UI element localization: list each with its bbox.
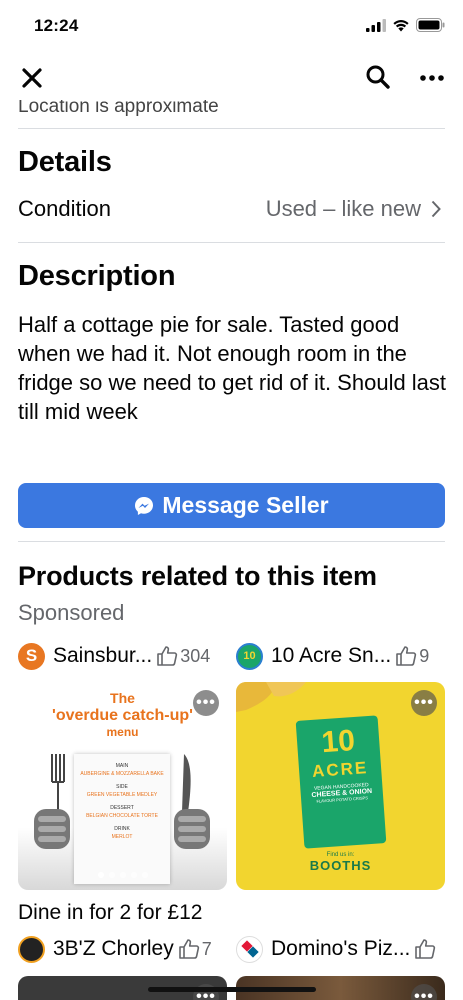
card-caption: Dine in for 2 for £12	[18, 901, 203, 924]
wifi-icon	[393, 19, 409, 31]
messenger-icon	[135, 496, 154, 515]
product-card-sainsburys[interactable]: The 'overdue catch-up' menu MAIN AUBERGI…	[18, 682, 227, 890]
message-seller-label: Message Seller	[162, 492, 329, 518]
carousel-dot	[142, 872, 148, 878]
location-note: Location is approximate	[18, 100, 219, 116]
thumbs-up-icon	[396, 646, 417, 666]
thumbs-up-icon	[178, 939, 199, 959]
carousel-dot	[98, 872, 104, 878]
divider	[18, 128, 445, 129]
thumbs-up-icon	[157, 646, 178, 666]
more-icon	[420, 75, 444, 81]
top-nav	[0, 56, 463, 100]
advertiser-3bz-chorley[interactable]: 3B'Z Chorley 7	[18, 933, 230, 965]
description-title: Description	[18, 260, 176, 292]
menu-card: MAIN AUBERGINE & MOZZARELLA BAKE SIDE GR…	[74, 754, 170, 884]
close-icon	[22, 68, 42, 88]
advertiser-name: Sainsbur...	[53, 644, 153, 667]
product-card-10-acre[interactable]: 10 ACRE VEGAN HANDCOOKED CHEESE & ONION …	[236, 682, 445, 890]
details-title: Details	[18, 146, 112, 178]
related-title: Products related to this item	[18, 561, 377, 591]
fork-hand-illustration	[34, 754, 70, 849]
home-indicator[interactable]	[148, 987, 316, 992]
divider	[18, 541, 445, 542]
status-icons	[366, 18, 445, 32]
sponsored-label: Sponsored	[18, 600, 125, 625]
card-options-button[interactable]: •••	[411, 690, 437, 716]
card-options-button[interactable]: •••	[411, 984, 437, 1000]
domino-tile-icon	[240, 940, 259, 958]
carousel-dot	[109, 872, 115, 878]
crisp-packet: 10 ACRE VEGAN HANDCOOKED CHEESE & ONION …	[295, 715, 387, 849]
thumbs-up-icon	[415, 939, 436, 959]
condition-label: Condition	[18, 196, 111, 221]
chevron-right-icon	[431, 200, 441, 218]
message-seller-button[interactable]: Message Seller	[18, 483, 445, 528]
card-options-button[interactable]: •••	[193, 690, 219, 716]
status-bar: 12:24	[0, 0, 463, 52]
divider	[18, 242, 445, 243]
sainsburys-logo: S	[18, 642, 45, 670]
condition-value: Used – like new	[265, 196, 421, 221]
like-count: 304	[156, 645, 210, 667]
close-button[interactable]	[20, 66, 44, 90]
advertiser-sainsburys[interactable]: S Sainsbur... 304	[18, 640, 228, 672]
advertiser-name: Domino's Piz...	[271, 937, 411, 960]
carousel-dot	[131, 872, 137, 878]
stockist-text: Find us in: BOOTHS	[309, 852, 372, 873]
carousel-dot	[120, 872, 126, 878]
more-options-button[interactable]	[419, 66, 445, 90]
like-count: 7	[178, 938, 212, 960]
battery-icon	[416, 18, 445, 32]
10-acre-logo: 10	[236, 642, 263, 670]
like-count: 9	[395, 645, 429, 667]
advertiser-name: 3B'Z Chorley	[53, 937, 174, 960]
description-text: Half a cottage pie for sale. Tasted good…	[18, 312, 447, 424]
like-count	[414, 938, 436, 960]
advertiser-name: 10 Acre Sn...	[271, 644, 392, 667]
advertiser-dominos[interactable]: Domino's Piz...	[236, 933, 448, 965]
dominos-logo	[236, 935, 263, 963]
condition-row[interactable]: Used – like new	[266, 196, 441, 222]
signal-icon	[366, 18, 386, 32]
status-time: 12:24	[34, 16, 79, 35]
advertiser-10-acre[interactable]: 10 10 Acre Sn... 9	[236, 640, 448, 672]
3bz-logo	[18, 935, 45, 963]
knife-hand-illustration	[174, 754, 210, 849]
carousel-dots	[98, 872, 148, 878]
search-button[interactable]	[365, 64, 391, 90]
search-icon	[366, 65, 390, 89]
listing-content[interactable]: Location is approximate Details Conditio…	[0, 100, 463, 1000]
